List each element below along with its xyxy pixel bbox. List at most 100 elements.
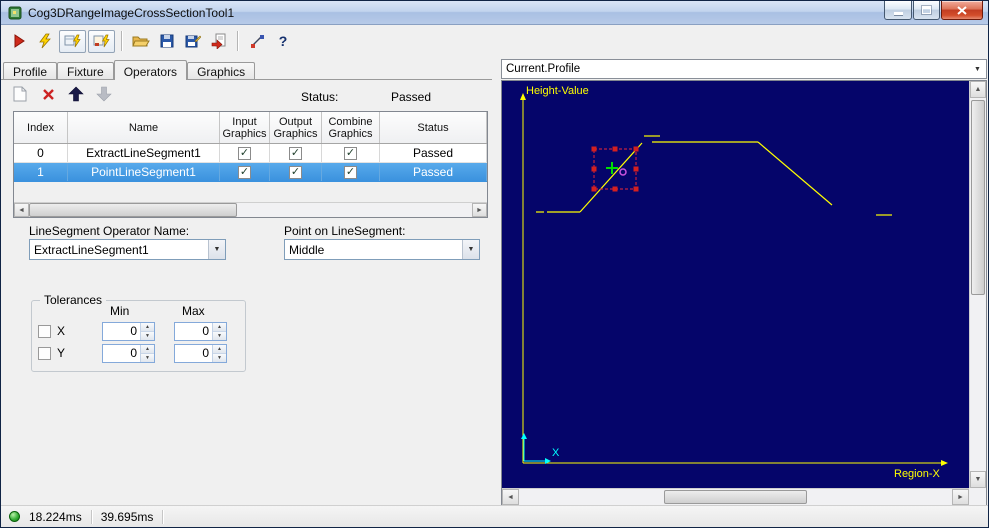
- scroll-left-button[interactable]: ◄: [502, 489, 519, 505]
- profile-chart: [520, 93, 948, 466]
- scroll-left-button[interactable]: ◄: [14, 203, 29, 217]
- linesegment-operator-value: ExtractLineSegment1: [34, 242, 149, 257]
- tolerance-x-checkbox[interactable]: [38, 325, 51, 338]
- roi-handle[interactable]: [591, 166, 597, 172]
- tolerance-x-min-spinner[interactable]: 0 ▲ ▼: [102, 322, 155, 341]
- roi-handle[interactable]: [612, 186, 618, 192]
- tab-profile[interactable]: Profile: [3, 62, 58, 79]
- tolerance-y-checkbox[interactable]: [38, 347, 51, 360]
- table-row[interactable]: 0 ExtractLineSegment1 ✓ ✓ ✓ Passed: [14, 144, 487, 163]
- spin-down-icon[interactable]: ▼: [141, 354, 154, 362]
- roi-handle[interactable]: [633, 166, 639, 172]
- tolerances-legend: Tolerances: [40, 293, 107, 307]
- scrollbar-thumb[interactable]: [664, 490, 807, 504]
- tolerance-x-max-spinner[interactable]: 0 ▲ ▼: [174, 322, 227, 341]
- profile-display-frame: Height-Value Region-X X ▲ ▼ ◄ ►: [501, 80, 987, 506]
- roi-handle[interactable]: [591, 186, 597, 192]
- spin-down-icon[interactable]: ▼: [141, 332, 154, 340]
- spin-down-icon[interactable]: ▼: [213, 332, 226, 340]
- main-toolbar: ?: [1, 26, 988, 56]
- result-point-icon: [619, 168, 627, 176]
- scroll-right-button[interactable]: ►: [472, 203, 487, 217]
- scroll-down-button[interactable]: ▼: [970, 471, 986, 488]
- maximize-button[interactable]: [913, 1, 940, 20]
- profile-display[interactable]: Height-Value Region-X X: [502, 81, 969, 488]
- spinner-value[interactable]: 0: [175, 323, 212, 340]
- spin-down-icon[interactable]: ▼: [213, 354, 226, 362]
- table-row-selected[interactable]: 1 PointLineSegment1 ✓ ✓ ✓ Passed: [14, 163, 487, 182]
- col-header-input-graphics[interactable]: Input Graphics: [220, 112, 270, 143]
- auto-run-toggle-button[interactable]: [59, 29, 86, 53]
- spinner-value[interactable]: 0: [103, 345, 140, 362]
- measure-slope-button[interactable]: [245, 29, 269, 53]
- spin-up-icon[interactable]: ▲: [213, 345, 226, 354]
- minimize-icon: [893, 12, 903, 15]
- cell-index: 0: [14, 144, 68, 162]
- tolerance-y-min-spinner[interactable]: 0 ▲ ▼: [102, 344, 155, 363]
- lightning-icon: [39, 33, 51, 49]
- roi-handle[interactable]: [633, 186, 639, 192]
- input-graphics-checkbox[interactable]: ✓: [238, 146, 251, 160]
- col-header-combine-graphics[interactable]: Combine Graphics: [322, 112, 380, 143]
- mini-y-arrow-icon: [521, 433, 527, 439]
- save-as-button[interactable]: [181, 29, 205, 53]
- chevron-down-icon[interactable]: ▼: [969, 60, 986, 78]
- title-bar[interactable]: Cog3DRangeImageCrossSectionTool1: [1, 1, 988, 25]
- chevron-down-icon[interactable]: ▼: [208, 240, 225, 259]
- spin-up-icon[interactable]: ▲: [141, 323, 154, 332]
- tab-fixture[interactable]: Fixture: [57, 62, 114, 79]
- electric-run-toggle-button[interactable]: [88, 29, 115, 53]
- open-file-button[interactable]: [129, 29, 153, 53]
- tab-graphics[interactable]: Graphics: [187, 62, 256, 79]
- table-horizontal-scrollbar[interactable]: ◄ ►: [14, 202, 487, 217]
- display-selector-combobox[interactable]: Current.Profile ▼: [501, 59, 987, 79]
- run-on-live-button[interactable]: [33, 29, 57, 53]
- output-graphics-checkbox[interactable]: ✓: [289, 146, 302, 160]
- roi-handle[interactable]: [633, 146, 639, 152]
- profile-segment-5: [757, 141, 833, 206]
- col-header-name[interactable]: Name: [68, 112, 220, 143]
- move-down-button[interactable]: [95, 85, 113, 103]
- close-button[interactable]: [941, 1, 983, 20]
- display-vertical-scrollbar[interactable]: ▲ ▼: [969, 81, 986, 488]
- combine-graphics-checkbox[interactable]: ✓: [344, 146, 357, 160]
- linesegment-operator-combobox[interactable]: ExtractLineSegment1 ▼: [29, 239, 226, 260]
- point-on-linesegment-combobox[interactable]: Middle ▼: [284, 239, 480, 260]
- import-button[interactable]: [207, 29, 231, 53]
- cell-name: PointLineSegment1: [68, 163, 220, 181]
- spinner-value[interactable]: 0: [103, 323, 140, 340]
- run-tool-button[interactable]: [7, 29, 31, 53]
- floppy-edit-icon: [185, 35, 201, 48]
- scrollbar-thumb[interactable]: [971, 100, 985, 295]
- col-header-output-graphics[interactable]: Output Graphics: [270, 112, 322, 143]
- minimize-button[interactable]: [884, 1, 912, 20]
- spin-up-icon[interactable]: ▲: [141, 345, 154, 354]
- spin-up-icon[interactable]: ▲: [213, 323, 226, 332]
- add-operator-button[interactable]: [11, 85, 29, 103]
- input-graphics-checkbox[interactable]: ✓: [238, 165, 251, 179]
- status-label: Status:: [301, 90, 339, 104]
- col-header-index[interactable]: Index: [14, 112, 68, 143]
- scroll-up-button[interactable]: ▲: [970, 81, 986, 98]
- tolerances-group: Tolerances Min Max X 0 ▲ ▼ 0 ▲ ▼ Y 0 ▲ ▼ 0 …: [31, 293, 246, 372]
- display-horizontal-scrollbar[interactable]: ◄ ►: [502, 488, 969, 505]
- scroll-right-button[interactable]: ►: [952, 489, 969, 505]
- spinner-value[interactable]: 0: [175, 345, 212, 362]
- delete-operator-button[interactable]: [39, 85, 57, 103]
- move-up-button[interactable]: [67, 85, 85, 103]
- roi-handle[interactable]: [591, 146, 597, 152]
- combine-graphics-checkbox[interactable]: ✓: [344, 165, 357, 179]
- scrollbar-corner: [969, 488, 986, 505]
- statusbar-separator: [90, 509, 92, 524]
- scrollbar-thumb[interactable]: [29, 203, 237, 217]
- tab-operators[interactable]: Operators: [113, 60, 188, 80]
- tolerance-y-max-spinner[interactable]: 0 ▲ ▼: [174, 344, 227, 363]
- auto-run-icon: [64, 34, 81, 48]
- col-header-status[interactable]: Status: [380, 112, 487, 143]
- output-graphics-checkbox[interactable]: ✓: [289, 165, 302, 179]
- toolbar-separator: [121, 31, 123, 51]
- help-button[interactable]: ?: [271, 29, 295, 53]
- chevron-down-icon[interactable]: ▼: [462, 240, 479, 259]
- roi-handle[interactable]: [612, 146, 618, 152]
- save-file-button[interactable]: [155, 29, 179, 53]
